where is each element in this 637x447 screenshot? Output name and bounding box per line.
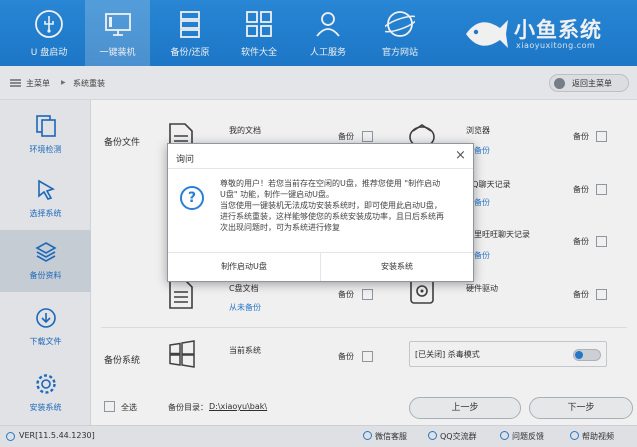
- dialog-title-divider: [168, 168, 473, 169]
- question-icon: ?: [180, 186, 204, 210]
- close-icon[interactable]: ×: [455, 148, 466, 163]
- install-system-button[interactable]: 安装系统: [321, 253, 473, 281]
- dialog-message-line: U盘" 功能，制作一键启动U盘。: [220, 190, 334, 199]
- inquiry-dialog: 询问 × ? 尊敬的用户！若您当前存在空闲的U盘，推荐您使用 "制作启动 U盘"…: [167, 143, 474, 282]
- dialog-message-line: 尊敬的用户！若您当前存在空闲的U盘，推荐您使用 "制作启动: [220, 179, 441, 188]
- dialog-message-line: 当您使用一键装机无法成功安装系统时，即可使用此启动U盘，: [220, 201, 442, 210]
- dialog-title: 询问: [176, 155, 195, 165]
- dialog-message: 尊敬的用户！若您当前存在空闲的U盘，推荐您使用 "制作启动 U盘" 功能，制作一…: [220, 178, 468, 233]
- make-boot-usb-button[interactable]: 制作启动U盘: [168, 253, 320, 281]
- dialog-message-line: 次出现问题时，可为系统进行修复: [220, 223, 340, 232]
- dialog-message-line: 进行系统重装，这样能够使您的系统安装成功率，且日后系统再: [220, 212, 444, 221]
